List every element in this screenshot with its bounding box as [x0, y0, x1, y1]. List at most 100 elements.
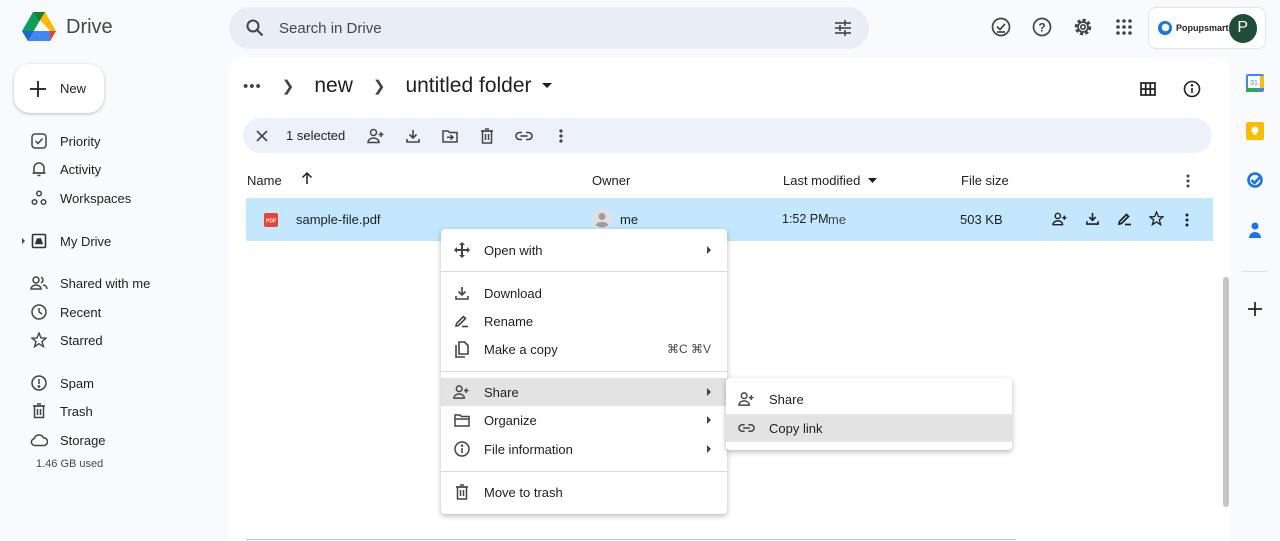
- app-name: Drive: [66, 15, 113, 38]
- copy-icon: [453, 340, 470, 358]
- menu-divider: [441, 471, 727, 472]
- view-controls: [1138, 79, 1202, 99]
- menu-item-share[interactable]: Share: [441, 378, 727, 406]
- search-bar[interactable]: Search in Drive: [229, 7, 869, 49]
- add-addon-icon[interactable]: [1244, 298, 1266, 320]
- sidebar-item-starred[interactable]: Starred: [0, 326, 210, 354]
- row-rename-icon[interactable]: [1117, 212, 1132, 226]
- sidebar-item-my-drive[interactable]: My Drive: [0, 227, 210, 255]
- sort-ascending-icon[interactable]: [301, 171, 313, 185]
- breadcrumb-current[interactable]: untitled folder: [405, 74, 531, 98]
- submenu-item-share[interactable]: Share: [726, 385, 1012, 413]
- drive-logo[interactable]: Drive: [22, 12, 113, 42]
- share-icon[interactable]: [367, 127, 385, 145]
- contacts-icon[interactable]: [1244, 219, 1266, 241]
- share-icon: [453, 384, 470, 401]
- menu-item-move-to-trash[interactable]: Move to trash: [441, 478, 727, 506]
- header-actions: ?: [990, 16, 1135, 38]
- menu-item-file-information[interactable]: File information: [441, 435, 727, 463]
- bell-icon: [30, 160, 48, 178]
- menu-item-organize[interactable]: Organize: [441, 406, 727, 434]
- more-actions-icon[interactable]: [552, 127, 570, 145]
- scrollbar[interactable]: [1223, 277, 1229, 507]
- table-row[interactable]: PDF sample-file.pdf me 1:52 PM me 503 KB: [246, 198, 1213, 241]
- apps-icon[interactable]: [1113, 16, 1135, 38]
- row-download-icon[interactable]: [1086, 212, 1099, 225]
- main-panel: ••• ❯ new ❯ untitled folder 1 selected N…: [229, 57, 1230, 541]
- open-with-icon: [453, 242, 470, 259]
- sidebar-item-trash[interactable]: Trash: [0, 397, 210, 425]
- clock-icon: [30, 303, 48, 321]
- move-icon[interactable]: [441, 127, 459, 145]
- column-name[interactable]: Name: [247, 173, 282, 188]
- trash-icon[interactable]: [478, 127, 496, 145]
- sidebar-item-recent[interactable]: Recent: [0, 298, 210, 326]
- menu-divider: [441, 371, 727, 372]
- submenu-item-copy-link[interactable]: Copy link: [726, 414, 1012, 442]
- sidebar-item-priority[interactable]: Priority: [0, 127, 210, 155]
- keep-icon[interactable]: [1244, 120, 1266, 142]
- owner-name: me: [620, 212, 639, 227]
- ready-for-offline-icon[interactable]: [990, 16, 1012, 38]
- folder-dropdown-icon[interactable]: [541, 83, 552, 89]
- breadcrumb-overflow-icon[interactable]: •••: [243, 78, 262, 95]
- file-name[interactable]: sample-file.pdf: [296, 212, 381, 227]
- sort-dropdown-icon[interactable]: [868, 178, 877, 183]
- sidebar-item-workspaces[interactable]: Workspaces: [0, 184, 210, 212]
- context-menu: Open with Download Rename Make a copy ⌘C…: [441, 229, 727, 514]
- svg-text:?: ?: [1038, 21, 1045, 35]
- shortcut-hint: ⌘C ⌘V: [666, 342, 711, 356]
- search-options-icon[interactable]: [833, 18, 853, 38]
- menu-item-download[interactable]: Download: [441, 279, 727, 307]
- shared-icon: [30, 274, 48, 292]
- link-icon[interactable]: [515, 127, 534, 145]
- rail-divider: [1242, 271, 1268, 272]
- row-star-icon[interactable]: [1149, 211, 1164, 226]
- close-icon[interactable]: [253, 127, 271, 145]
- sidebar-item-shared[interactable]: Shared with me: [0, 269, 210, 297]
- submenu-arrow-icon: [707, 246, 711, 254]
- settings-icon[interactable]: [1072, 16, 1094, 38]
- new-button[interactable]: New: [14, 64, 104, 113]
- column-owner[interactable]: Owner: [592, 173, 630, 188]
- download-icon[interactable]: [404, 127, 422, 145]
- priority-icon: [30, 132, 48, 150]
- row-more-icon[interactable]: [1185, 213, 1189, 227]
- menu-item-rename[interactable]: Rename: [441, 307, 727, 335]
- calendar-icon[interactable]: 31: [1244, 72, 1266, 94]
- column-last-modified[interactable]: Last modified: [783, 173, 860, 188]
- account-switcher[interactable]: Popupsmart P: [1148, 7, 1266, 49]
- breadcrumb-item[interactable]: new: [314, 74, 353, 98]
- menu-item-open-with[interactable]: Open with: [441, 236, 727, 264]
- column-file-size[interactable]: File size: [961, 173, 1009, 188]
- svg-text:31: 31: [1250, 80, 1258, 87]
- search-input[interactable]: Search in Drive: [279, 20, 833, 37]
- grid-view-icon[interactable]: [1138, 79, 1158, 99]
- folder-icon: [453, 412, 470, 429]
- popupsmart-logo-icon: [1157, 20, 1173, 36]
- menu-divider: [441, 271, 727, 272]
- share-submenu: Share Copy link: [726, 378, 1012, 450]
- tasks-icon[interactable]: [1244, 169, 1266, 191]
- expand-caret-icon[interactable]: [22, 238, 25, 244]
- modified-time: 1:52 PM: [782, 212, 829, 226]
- chevron-right-icon: ❯: [281, 78, 295, 95]
- org-name: Popupsmart: [1176, 23, 1229, 33]
- sidebar-item-storage[interactable]: Storage: [0, 426, 210, 454]
- sidebar-item-spam[interactable]: Spam: [0, 369, 210, 397]
- info-icon[interactable]: [1182, 79, 1202, 99]
- drive-logo-icon: [22, 12, 56, 42]
- star-icon: [30, 331, 48, 349]
- column-options-icon[interactable]: [1186, 174, 1190, 188]
- avatar[interactable]: P: [1228, 13, 1257, 43]
- search-icon[interactable]: [245, 18, 265, 38]
- sidebar-item-activity[interactable]: Activity: [0, 155, 210, 183]
- help-icon[interactable]: ?: [1031, 16, 1053, 38]
- submenu-arrow-icon: [707, 388, 711, 396]
- menu-item-make-copy[interactable]: Make a copy ⌘C ⌘V: [441, 335, 727, 363]
- table-header: Name Owner Last modified File size: [247, 171, 1212, 189]
- row-share-icon[interactable]: [1052, 212, 1068, 226]
- trash-icon: [453, 484, 470, 501]
- info-icon: [453, 441, 470, 458]
- link-icon: [738, 420, 755, 437]
